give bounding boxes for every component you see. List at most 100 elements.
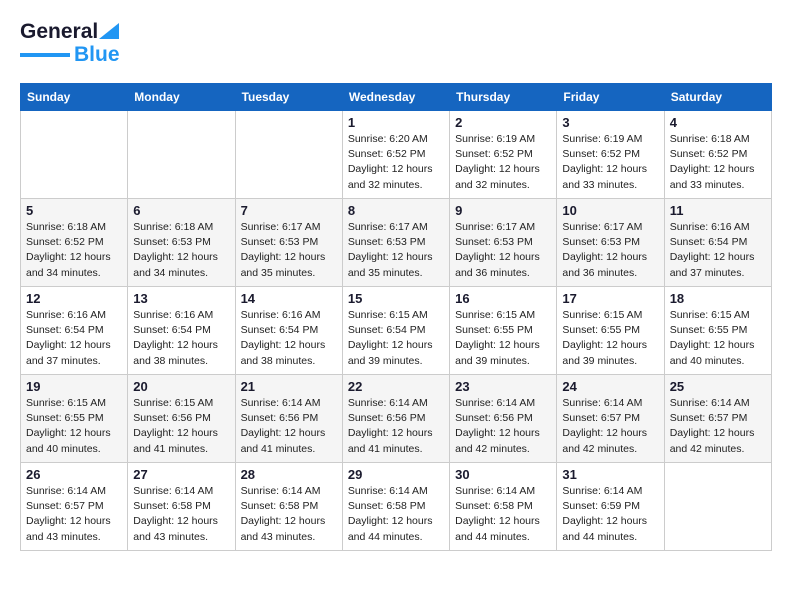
calendar-cell: 28 Sunrise: 6:14 AMSunset: 6:58 PMDayligh… bbox=[235, 463, 342, 551]
day-info: Sunrise: 6:15 AMSunset: 6:56 PMDaylight:… bbox=[133, 396, 229, 457]
page-header: General Blue bbox=[20, 20, 772, 67]
logo-arrow-icon bbox=[99, 23, 119, 39]
day-number: 3 bbox=[562, 115, 658, 130]
day-info: Sunrise: 6:14 AMSunset: 6:58 PMDaylight:… bbox=[455, 484, 551, 545]
calendar-cell: 19 Sunrise: 6:15 AMSunset: 6:55 PMDayligh… bbox=[21, 375, 128, 463]
day-number: 23 bbox=[455, 379, 551, 394]
day-number: 26 bbox=[26, 467, 122, 482]
week-row-2: 5 Sunrise: 6:18 AMSunset: 6:52 PMDaylight… bbox=[21, 199, 772, 287]
day-info: Sunrise: 6:17 AMSunset: 6:53 PMDaylight:… bbox=[241, 220, 337, 281]
day-number: 21 bbox=[241, 379, 337, 394]
day-number: 31 bbox=[562, 467, 658, 482]
day-info: Sunrise: 6:17 AMSunset: 6:53 PMDaylight:… bbox=[348, 220, 444, 281]
calendar-cell: 11Sunrise: 6:16 AMSunset: 6:54 PMDayligh… bbox=[664, 199, 771, 287]
day-number: 25 bbox=[670, 379, 766, 394]
day-number: 11 bbox=[670, 203, 766, 218]
weekday-header-row: SundayMondayTuesdayWednesdayThursdayFrid… bbox=[21, 84, 772, 111]
day-number: 14 bbox=[241, 291, 337, 306]
calendar-cell bbox=[128, 111, 235, 199]
calendar-cell: 4 Sunrise: 6:18 AMSunset: 6:52 PMDaylight… bbox=[664, 111, 771, 199]
week-row-3: 12 Sunrise: 6:16 AMSunset: 6:54 PMDayligh… bbox=[21, 287, 772, 375]
day-number: 29 bbox=[348, 467, 444, 482]
day-info: Sunrise: 6:18 AMSunset: 6:53 PMDaylight:… bbox=[133, 220, 229, 281]
calendar-cell: 14 Sunrise: 6:16 AMSunset: 6:54 PMDayligh… bbox=[235, 287, 342, 375]
day-info: Sunrise: 6:14 AMSunset: 6:59 PMDaylight:… bbox=[562, 484, 658, 545]
calendar-cell: 31 Sunrise: 6:14 AMSunset: 6:59 PMDayligh… bbox=[557, 463, 664, 551]
calendar-cell: 6Sunrise: 6:18 AMSunset: 6:53 PMDaylight… bbox=[128, 199, 235, 287]
weekday-header-saturday: Saturday bbox=[664, 84, 771, 111]
weekday-header-sunday: Sunday bbox=[21, 84, 128, 111]
day-info: Sunrise: 6:18 AMSunset: 6:52 PMDaylight:… bbox=[670, 132, 766, 193]
weekday-header-thursday: Thursday bbox=[450, 84, 557, 111]
calendar-cell: 12 Sunrise: 6:16 AMSunset: 6:54 PMDayligh… bbox=[21, 287, 128, 375]
day-info: Sunrise: 6:15 AMSunset: 6:55 PMDaylight:… bbox=[562, 308, 658, 369]
logo-general: General bbox=[20, 20, 98, 43]
calendar-cell: 1 Sunrise: 6:20 AMSunset: 6:52 PMDaylight… bbox=[342, 111, 449, 199]
calendar-cell: 5 Sunrise: 6:18 AMSunset: 6:52 PMDaylight… bbox=[21, 199, 128, 287]
day-info: Sunrise: 6:20 AMSunset: 6:52 PMDaylight:… bbox=[348, 132, 444, 193]
calendar-cell: 24 Sunrise: 6:14 AMSunset: 6:57 PMDayligh… bbox=[557, 375, 664, 463]
day-info: Sunrise: 6:15 AMSunset: 6:55 PMDaylight:… bbox=[26, 396, 122, 457]
day-number: 1 bbox=[348, 115, 444, 130]
calendar-cell: 16 Sunrise: 6:15 AMSunset: 6:55 PMDayligh… bbox=[450, 287, 557, 375]
day-info: Sunrise: 6:16 AMSunset: 6:54 PMDaylight:… bbox=[241, 308, 337, 369]
calendar-cell: 22 Sunrise: 6:14 AMSunset: 6:56 PMDayligh… bbox=[342, 375, 449, 463]
day-info: Sunrise: 6:17 AMSunset: 6:53 PMDaylight:… bbox=[562, 220, 658, 281]
day-number: 19 bbox=[26, 379, 122, 394]
day-number: 4 bbox=[670, 115, 766, 130]
calendar-cell: 3 Sunrise: 6:19 AMSunset: 6:52 PMDaylight… bbox=[557, 111, 664, 199]
calendar-cell bbox=[664, 463, 771, 551]
weekday-header-monday: Monday bbox=[128, 84, 235, 111]
calendar-cell: 26 Sunrise: 6:14 AMSunset: 6:57 PMDayligh… bbox=[21, 463, 128, 551]
day-info: Sunrise: 6:14 AMSunset: 6:58 PMDaylight:… bbox=[133, 484, 229, 545]
day-number: 9 bbox=[455, 203, 551, 218]
day-info: Sunrise: 6:14 AMSunset: 6:56 PMDaylight:… bbox=[241, 396, 337, 457]
day-info: Sunrise: 6:17 AMSunset: 6:53 PMDaylight:… bbox=[455, 220, 551, 281]
calendar-cell: 30Sunrise: 6:14 AMSunset: 6:58 PMDayligh… bbox=[450, 463, 557, 551]
day-info: Sunrise: 6:14 AMSunset: 6:57 PMDaylight:… bbox=[562, 396, 658, 457]
day-number: 5 bbox=[26, 203, 122, 218]
calendar-cell bbox=[21, 111, 128, 199]
day-number: 28 bbox=[241, 467, 337, 482]
day-number: 10 bbox=[562, 203, 658, 218]
calendar-cell: 15 Sunrise: 6:15 AMSunset: 6:54 PMDayligh… bbox=[342, 287, 449, 375]
day-number: 12 bbox=[26, 291, 122, 306]
calendar-cell: 27 Sunrise: 6:14 AMSunset: 6:58 PMDayligh… bbox=[128, 463, 235, 551]
logo: General Blue bbox=[20, 20, 120, 67]
weekday-header-tuesday: Tuesday bbox=[235, 84, 342, 111]
calendar-cell: 29 Sunrise: 6:14 AMSunset: 6:58 PMDayligh… bbox=[342, 463, 449, 551]
day-info: Sunrise: 6:18 AMSunset: 6:52 PMDaylight:… bbox=[26, 220, 122, 281]
day-info: Sunrise: 6:14 AMSunset: 6:56 PMDaylight:… bbox=[348, 396, 444, 457]
day-info: Sunrise: 6:15 AMSunset: 6:55 PMDaylight:… bbox=[670, 308, 766, 369]
day-info: Sunrise: 6:19 AMSunset: 6:52 PMDaylight:… bbox=[455, 132, 551, 193]
day-info: Sunrise: 6:14 AMSunset: 6:56 PMDaylight:… bbox=[455, 396, 551, 457]
day-info: Sunrise: 6:14 AMSunset: 6:58 PMDaylight:… bbox=[348, 484, 444, 545]
day-number: 7 bbox=[241, 203, 337, 218]
calendar-table: SundayMondayTuesdayWednesdayThursdayFrid… bbox=[20, 83, 772, 551]
logo-underline bbox=[20, 53, 70, 57]
day-number: 27 bbox=[133, 467, 229, 482]
day-info: Sunrise: 6:15 AMSunset: 6:55 PMDaylight:… bbox=[455, 308, 551, 369]
calendar-cell: 21 Sunrise: 6:14 AMSunset: 6:56 PMDayligh… bbox=[235, 375, 342, 463]
day-info: Sunrise: 6:14 AMSunset: 6:58 PMDaylight:… bbox=[241, 484, 337, 545]
day-number: 20 bbox=[133, 379, 229, 394]
day-number: 15 bbox=[348, 291, 444, 306]
day-number: 24 bbox=[562, 379, 658, 394]
calendar-cell: 13Sunrise: 6:16 AMSunset: 6:54 PMDayligh… bbox=[128, 287, 235, 375]
day-info: Sunrise: 6:14 AMSunset: 6:57 PMDaylight:… bbox=[26, 484, 122, 545]
calendar-cell: 18Sunrise: 6:15 AMSunset: 6:55 PMDayligh… bbox=[664, 287, 771, 375]
day-info: Sunrise: 6:19 AMSunset: 6:52 PMDaylight:… bbox=[562, 132, 658, 193]
day-info: Sunrise: 6:14 AMSunset: 6:57 PMDaylight:… bbox=[670, 396, 766, 457]
day-number: 22 bbox=[348, 379, 444, 394]
calendar-cell: 8 Sunrise: 6:17 AMSunset: 6:53 PMDaylight… bbox=[342, 199, 449, 287]
calendar-cell: 17Sunrise: 6:15 AMSunset: 6:55 PMDayligh… bbox=[557, 287, 664, 375]
week-row-4: 19 Sunrise: 6:15 AMSunset: 6:55 PMDayligh… bbox=[21, 375, 772, 463]
weekday-header-wednesday: Wednesday bbox=[342, 84, 449, 111]
day-info: Sunrise: 6:16 AMSunset: 6:54 PMDaylight:… bbox=[26, 308, 122, 369]
day-number: 8 bbox=[348, 203, 444, 218]
calendar-cell bbox=[235, 111, 342, 199]
day-number: 16 bbox=[455, 291, 551, 306]
logo-text-block: General Blue bbox=[20, 20, 120, 67]
day-info: Sunrise: 6:15 AMSunset: 6:54 PMDaylight:… bbox=[348, 308, 444, 369]
calendar-cell: 7 Sunrise: 6:17 AMSunset: 6:53 PMDaylight… bbox=[235, 199, 342, 287]
